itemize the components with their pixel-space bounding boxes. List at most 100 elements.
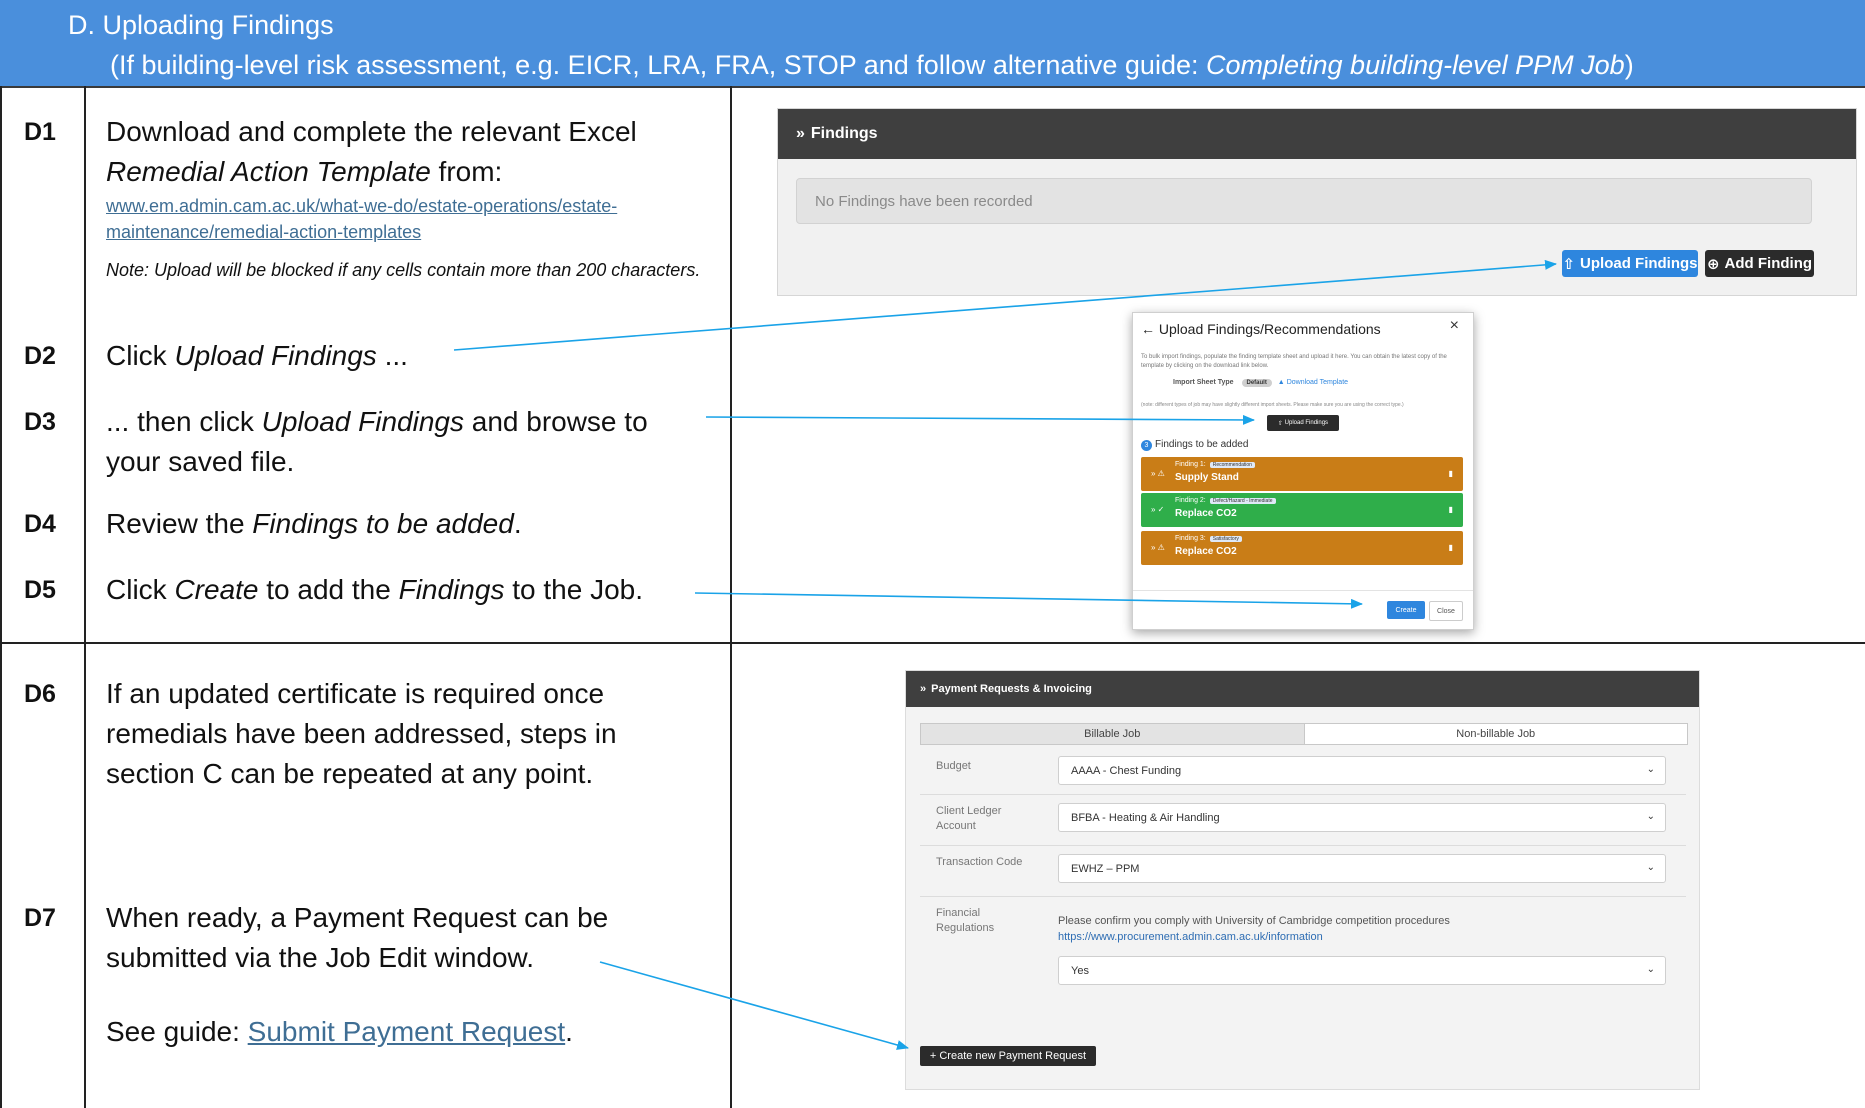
step-id-d6: D6 — [24, 680, 56, 708]
close-button[interactable]: Close — [1429, 601, 1463, 621]
upload-icon: ⇧ — [1562, 255, 1576, 273]
download-template-link[interactable]: ▲ Download Template — [1278, 379, 1348, 386]
finding-3-label: Finding 3: Satisfactory — [1175, 535, 1242, 542]
modal-upload-label: Upload Findings — [1284, 420, 1329, 426]
finding-3-tag: Satisfactory — [1209, 536, 1242, 542]
finding-card-1[interactable]: » ⚠ Finding 1: Recommendation Supply Stan… — [1141, 457, 1463, 491]
step-d2-post: ... — [376, 340, 408, 371]
step-d5-pre: Click — [106, 574, 175, 605]
step-id-d1: D1 — [24, 118, 56, 146]
budget-value: AAAA - Chest Funding — [1071, 764, 1182, 777]
step-d4-post: . — [513, 508, 522, 539]
upload-findings-modal: ← Upload Findings/Recommendations × To b… — [1132, 312, 1474, 630]
modal-footer: Create Close — [1133, 590, 1473, 629]
subtitle-prefix: (If building-level risk assessment, e.g.… — [110, 50, 1206, 80]
create-payment-request-button[interactable]: + Create new Payment Request — [920, 1046, 1096, 1066]
budget-select[interactable]: AAAA - Chest Funding ⌄ — [1058, 756, 1666, 785]
back-arrow-icon[interactable]: ← — [1141, 321, 1155, 337]
step-d5-action: Create — [174, 574, 259, 605]
step-d1-template: Remedial Action Template — [106, 156, 431, 187]
trash-icon[interactable]: ▮ — [1449, 469, 1453, 478]
step-d3-line2: your saved file. — [106, 446, 295, 477]
finding-1-title: Supply Stand — [1175, 472, 1239, 483]
step-d4-action: Findings to be added — [252, 508, 514, 539]
upload-findings-button[interactable]: ⇧ Upload Findings — [1562, 250, 1698, 277]
trash-icon[interactable]: ▮ — [1449, 543, 1453, 552]
add-finding-button[interactable]: ⊕ Add Finding — [1705, 250, 1814, 277]
finding-2-number: Finding 2: — [1175, 497, 1206, 504]
table-border-id-column — [84, 86, 86, 1108]
step-id-d4: D4 — [24, 510, 56, 538]
step-id-d3: D3 — [24, 408, 56, 436]
close-icon[interactable]: × — [1450, 317, 1459, 335]
client-ledger-select[interactable]: BFBA - Heating & Air Handling ⌄ — [1058, 803, 1666, 832]
import-type-note: (note: different types of job may have s… — [1141, 402, 1404, 408]
client-ledger-row: Client Ledger Account BFBA - Heating & A… — [920, 794, 1686, 846]
step-id-d2: D2 — [24, 342, 56, 370]
competition-procedures-text: Please confirm you comply with Universit… — [1058, 915, 1450, 927]
upload-findings-label: Upload Findings — [1580, 255, 1698, 272]
modal-description: To bulk import findings, populate the fi… — [1141, 354, 1447, 369]
finding-3-number: Finding 3: — [1175, 535, 1206, 542]
step-d7-line2: submitted via the Job Edit window. — [106, 942, 535, 973]
import-sheet-type-label: Import Sheet Type — [1173, 379, 1234, 386]
modal-upload-findings-button[interactable]: ⇧ Upload Findings — [1267, 415, 1339, 431]
modal-title: Upload Findings/Recommendations — [1158, 321, 1381, 337]
finding-1-label: Finding 1: Recommendation — [1175, 461, 1255, 468]
create-button[interactable]: Create — [1387, 601, 1425, 619]
step-d3-post: and browse to — [463, 406, 648, 437]
transaction-code-select[interactable]: EWHZ – PPM ⌄ — [1058, 854, 1666, 883]
financial-regulations-row: Financial Regulations Yes ⌄ — [920, 896, 1686, 1006]
finding-1-tag: Recommendation — [1209, 462, 1255, 468]
trash-icon[interactable]: ▮ — [1449, 505, 1453, 514]
step-d1-line1: Download and complete the relevant Excel — [106, 116, 637, 147]
section-title: D. Uploading Findings — [68, 10, 334, 40]
modal-title-row: ← Upload Findings/Recommendations — [1141, 321, 1381, 337]
step-d7-see-guide: See guide: Submit Payment Request. — [106, 1012, 573, 1052]
step-d5-mid: to add the — [258, 574, 399, 605]
client-ledger-value: BFBA - Heating & Air Handling — [1071, 811, 1220, 824]
findings-heading-label: Findings to be added — [1155, 439, 1249, 450]
financial-regulations-select[interactable]: Yes ⌄ — [1058, 956, 1666, 985]
step-d1-note: Note: Upload will be blocked if any cell… — [106, 260, 701, 280]
expand-check-icon: » ✓ — [1151, 505, 1165, 514]
plus-circle-icon: ⊕ — [1706, 255, 1720, 273]
payment-requests-panel: » Payment Requests & Invoicing Billable … — [905, 670, 1700, 1090]
step-text-d6: If an updated certificate is required on… — [106, 674, 617, 794]
see-guide-prefix: See guide: — [106, 1016, 248, 1047]
payment-panel-header[interactable]: » Payment Requests & Invoicing — [906, 671, 1699, 707]
finding-card-3[interactable]: » ⚠ Finding 3: Satisfactory Replace CO2 ▮ — [1141, 531, 1463, 565]
chevron-down-icon: ⌄ — [1646, 811, 1655, 822]
findings-to-be-added-heading: 3 Findings to be added — [1141, 439, 1248, 451]
step-text-d2: Click Upload Findings ... — [106, 336, 408, 376]
chevron-down-icon: » — [920, 683, 927, 695]
tab-non-billable-job[interactable]: Non-billable Job — [1304, 724, 1687, 744]
transaction-code-label: Transaction Code — [936, 856, 1023, 868]
step-d3-pre: ... then click — [106, 406, 262, 437]
download-icon: ▲ — [1277, 379, 1285, 386]
step-d4-pre: Review the — [106, 508, 253, 539]
see-guide-suffix: . — [565, 1016, 573, 1047]
step-text-d3: ... then click Upload Findings and brows… — [106, 402, 648, 482]
procurement-link[interactable]: https://www.procurement.admin.cam.ac.uk/… — [1058, 931, 1323, 943]
arrow-d7-to-payment-button — [599, 961, 909, 1050]
step-d3-action: Upload Findings — [261, 406, 464, 437]
table-border-middle — [730, 86, 732, 1108]
step-d5-obj: Findings — [398, 574, 505, 605]
chevron-down-icon: ⌄ — [1646, 862, 1655, 873]
import-sheet-type-value[interactable]: Default — [1241, 379, 1272, 387]
expand-warning-icon: » ⚠ — [1151, 543, 1165, 552]
tab-billable-job[interactable]: Billable Job — [921, 724, 1305, 744]
submit-payment-request-link[interactable]: Submit Payment Request — [248, 1016, 566, 1047]
remedial-template-link[interactable]: www.em.admin.cam.ac.uk/what-we-do/estate… — [106, 193, 726, 245]
billing-tabs: Billable Job Non-billable Job — [920, 723, 1688, 745]
finding-card-2[interactable]: » ✓ Finding 2: Defect/Hazard - Immediate … — [1141, 493, 1463, 527]
budget-label: Budget — [936, 760, 971, 772]
financial-regulations-label: Financial Regulations — [936, 907, 995, 934]
step-text-d4: Review the Findings to be added. — [106, 504, 522, 544]
findings-panel-header[interactable]: » Findings — [778, 109, 1856, 159]
subtitle-guide: Completing building-level PPM Job — [1205, 50, 1625, 80]
finding-3-title: Replace CO2 — [1175, 546, 1237, 557]
table-row-divider — [0, 642, 1865, 644]
step-d6-line3: section C can be repeated at any point. — [106, 758, 594, 789]
